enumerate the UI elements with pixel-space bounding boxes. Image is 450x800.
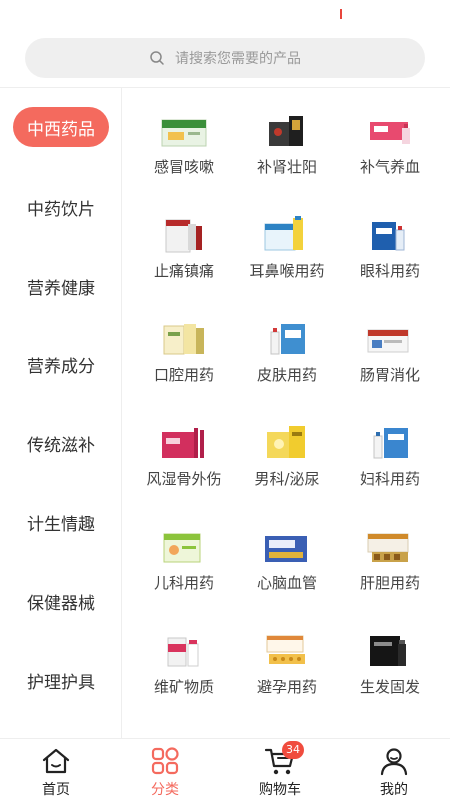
sidebar-item-label: 护理护具 xyxy=(27,672,95,693)
tab-home[interactable]: 首页 xyxy=(0,739,112,800)
tab-profile[interactable]: 我的 xyxy=(338,739,450,800)
category-label: 妇科用药 xyxy=(359,470,420,488)
category-label: 避孕用药 xyxy=(256,678,317,696)
skin-medicine-box-icon xyxy=(270,324,305,355)
sidebar-item-label: 营养成分 xyxy=(27,356,95,377)
category-eye[interactable]: 眼科用药 xyxy=(338,196,442,300)
category-label: 感冒咳嗽 xyxy=(153,158,214,176)
category-label: 眼科用药 xyxy=(359,262,420,280)
qi-blood-box-icon xyxy=(370,122,410,144)
category-kidney-tonic[interactable]: 补肾壮阳 xyxy=(235,92,339,196)
category-oral[interactable]: 口腔用药 xyxy=(132,300,236,404)
sidebar-item-nutrition-health[interactable]: 营养健康 xyxy=(0,264,122,308)
app-root: 请搜索您需要的产品 中西药品 中药饮片 营养健康 营养成分 传统滋补 计生情趣 … xyxy=(0,0,450,800)
category-label: 耳鼻喉用药 xyxy=(249,262,325,280)
home-icon xyxy=(42,748,70,774)
digestive-medicine-box-icon xyxy=(367,329,409,353)
tab-label: 我的 xyxy=(380,782,408,798)
category-label: 补肾壮阳 xyxy=(256,158,317,176)
category-grid: 感冒咳嗽 补肾壮阳 补气养血 止痛镇痛 耳鼻喉用药 眼科用药 口腔用药 皮肤用药… xyxy=(122,88,450,738)
liver-box-icon xyxy=(367,533,409,562)
category-digestive[interactable]: 肠胃消化 xyxy=(338,300,442,404)
sidebar-item-herbal-slices[interactable]: 中药饮片 xyxy=(0,185,122,229)
tab-cart[interactable]: 34 购物车 xyxy=(224,739,336,800)
category-cardio[interactable]: 心脑血管 xyxy=(235,508,339,612)
category-vitamins[interactable]: 维矿物质 xyxy=(132,612,236,716)
category-icon xyxy=(151,747,179,775)
category-qi-blood[interactable]: 补气养血 xyxy=(338,92,442,196)
category-label: 肝胆用药 xyxy=(359,574,420,592)
category-rheumatism[interactable]: 风湿骨外伤 xyxy=(132,404,236,508)
search-icon xyxy=(150,51,164,65)
category-label: 肠胃消化 xyxy=(359,366,420,384)
category-sidebar: 中西药品 中药饮片 营养健康 营养成分 传统滋补 计生情趣 保健器械 护理护具 xyxy=(0,88,122,738)
sidebar-item-label: 计生情趣 xyxy=(27,514,95,535)
category-label: 儿科用药 xyxy=(153,574,214,592)
category-label: 皮肤用药 xyxy=(256,366,317,384)
category-contraceptive[interactable]: 避孕用药 xyxy=(235,612,339,716)
bottom-tab-bar: 首页 分类 34 购物车 我的 xyxy=(0,738,450,800)
contraceptive-box-icon xyxy=(266,635,305,664)
tab-category[interactable]: 分类 xyxy=(109,739,221,800)
cardio-box-icon xyxy=(265,536,307,562)
user-icon xyxy=(380,748,408,776)
urology-box-icon xyxy=(267,426,305,458)
search-placeholder: 请搜索您需要的产品 xyxy=(175,51,301,67)
category-label: 心脑血管 xyxy=(256,574,317,592)
category-skin[interactable]: 皮肤用药 xyxy=(235,300,339,404)
category-label: 口腔用药 xyxy=(153,366,214,384)
ent-medicine-box-icon xyxy=(264,216,303,251)
sidebar-item-label: 传统滋补 xyxy=(27,435,95,456)
status-indicator xyxy=(340,9,342,19)
category-gynecology[interactable]: 妇科用药 xyxy=(338,404,442,508)
sidebar-item-traditional-tonic[interactable]: 传统滋补 xyxy=(0,421,122,465)
category-liver[interactable]: 肝胆用药 xyxy=(338,508,442,612)
sidebar-item-care-protection[interactable]: 护理护具 xyxy=(0,658,122,702)
sidebar-item-family-planning[interactable]: 计生情趣 xyxy=(0,500,122,544)
category-label: 风湿骨外伤 xyxy=(146,470,222,488)
category-label: 生发固发 xyxy=(359,678,420,696)
cold-medicine-box-icon xyxy=(161,119,207,147)
category-pain-relief[interactable]: 止痛镇痛 xyxy=(132,196,236,300)
gynecology-box-icon xyxy=(373,428,408,459)
sidebar-item-label: 营养健康 xyxy=(27,278,95,299)
painkiller-box-icon xyxy=(165,219,202,253)
cart-badge: 34 xyxy=(282,741,304,759)
sidebar-item-western-medicine[interactable]: 中西药品 xyxy=(0,105,122,149)
sidebar-item-label: 中西药品 xyxy=(13,107,109,147)
category-label: 维矿物质 xyxy=(153,678,214,696)
rheumatism-box-icon xyxy=(162,428,204,458)
tab-label: 首页 xyxy=(42,782,70,798)
category-ent[interactable]: 耳鼻喉用药 xyxy=(235,196,339,300)
pediatric-box-icon xyxy=(163,533,201,563)
sidebar-item-health-devices[interactable]: 保健器械 xyxy=(0,579,122,623)
category-pediatric[interactable]: 儿科用药 xyxy=(132,508,236,612)
vitamin-box-icon xyxy=(167,637,199,667)
sidebar-item-label: 中药饮片 xyxy=(27,199,95,220)
category-cold-cough[interactable]: 感冒咳嗽 xyxy=(132,92,236,196)
search-header: 请搜索您需要的产品 xyxy=(0,28,450,88)
category-hair-growth[interactable]: 生发固发 xyxy=(338,612,442,716)
category-urology[interactable]: 男科/泌尿 xyxy=(235,404,339,508)
tab-label: 分类 xyxy=(151,782,179,798)
search-input[interactable]: 请搜索您需要的产品 xyxy=(25,38,425,78)
category-label: 男科/泌尿 xyxy=(254,470,320,488)
sidebar-item-nutrients[interactable]: 营养成分 xyxy=(0,342,122,386)
sidebar-item-label: 保健器械 xyxy=(27,593,95,614)
hair-growth-box-icon xyxy=(370,636,406,666)
category-label: 止痛镇痛 xyxy=(153,262,214,280)
tab-label: 购物车 xyxy=(259,782,301,798)
eye-drops-box-icon xyxy=(372,222,405,251)
oral-medicine-box-icon xyxy=(163,324,204,355)
category-label: 补气养血 xyxy=(359,158,420,176)
kidney-tonic-box-icon xyxy=(269,116,303,146)
